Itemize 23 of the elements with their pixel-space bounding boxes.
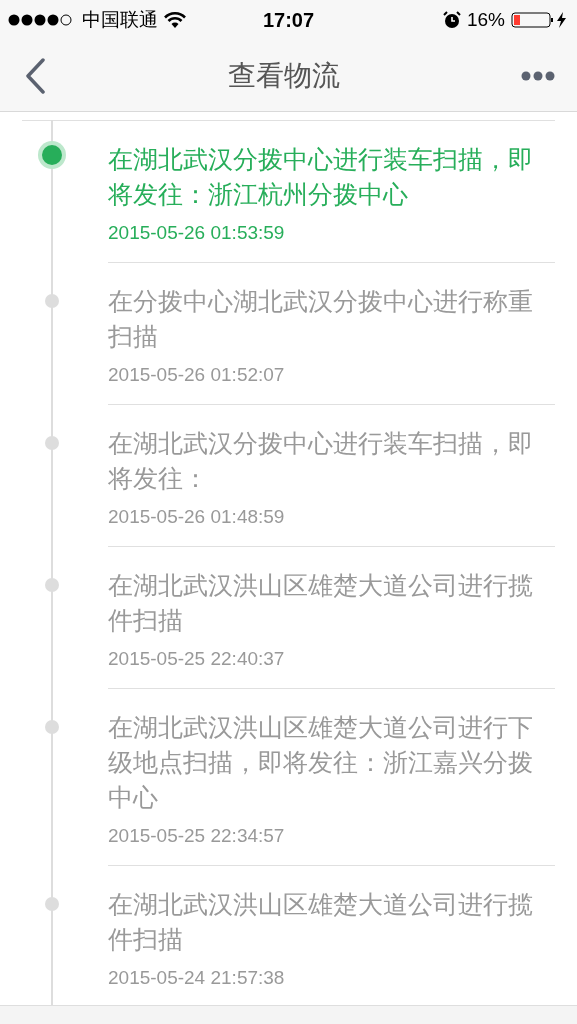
alarm-icon — [442, 11, 461, 29]
battery-charging-icon — [511, 11, 569, 29]
more-button[interactable] — [521, 70, 555, 81]
event-description: 在湖北武汉分拨中心进行装车扫描，即将发往： — [108, 428, 534, 494]
event-time: 2015-05-26 01:53:59 — [108, 222, 286, 244]
event-time: 2015-05-26 01:52:07 — [108, 364, 286, 386]
page-title: 查看物流 — [227, 58, 340, 93]
event-time: 2015-05-25 22:34:57 — [108, 825, 286, 847]
event-time: 2015-05-24 21:57:38 — [108, 967, 286, 989]
carrier-name: 中国联通 — [82, 8, 158, 32]
battery-percent: 16% — [466, 9, 505, 31]
clock-time: 17:07 — [262, 8, 315, 31]
event-description: 在分拨中心湖北武汉分拨中心进行称重扫描 — [108, 286, 534, 352]
more-icon — [521, 70, 555, 81]
back-button[interactable] — [24, 57, 46, 94]
event-time: 2015-05-25 22:40:37 — [108, 648, 286, 670]
back-icon — [24, 57, 46, 94]
event-description: 在湖北武汉洪山区雄楚大道公司进行揽件扫描 — [108, 570, 534, 636]
event-description: 在湖北武汉洪山区雄楚大道公司进行下级地点扫描，即将发往：浙江嘉兴分拨中心 — [108, 712, 534, 813]
event-time: 2015-05-26 01:48:59 — [108, 506, 286, 528]
event-description: 在湖北武汉分拨中心进行装车扫描，即将发往：浙江杭州分拨中心 — [108, 144, 534, 210]
wifi-icon — [164, 12, 186, 28]
event-description: 在湖北武汉洪山区雄楚大道公司进行揽件扫描 — [108, 889, 534, 955]
